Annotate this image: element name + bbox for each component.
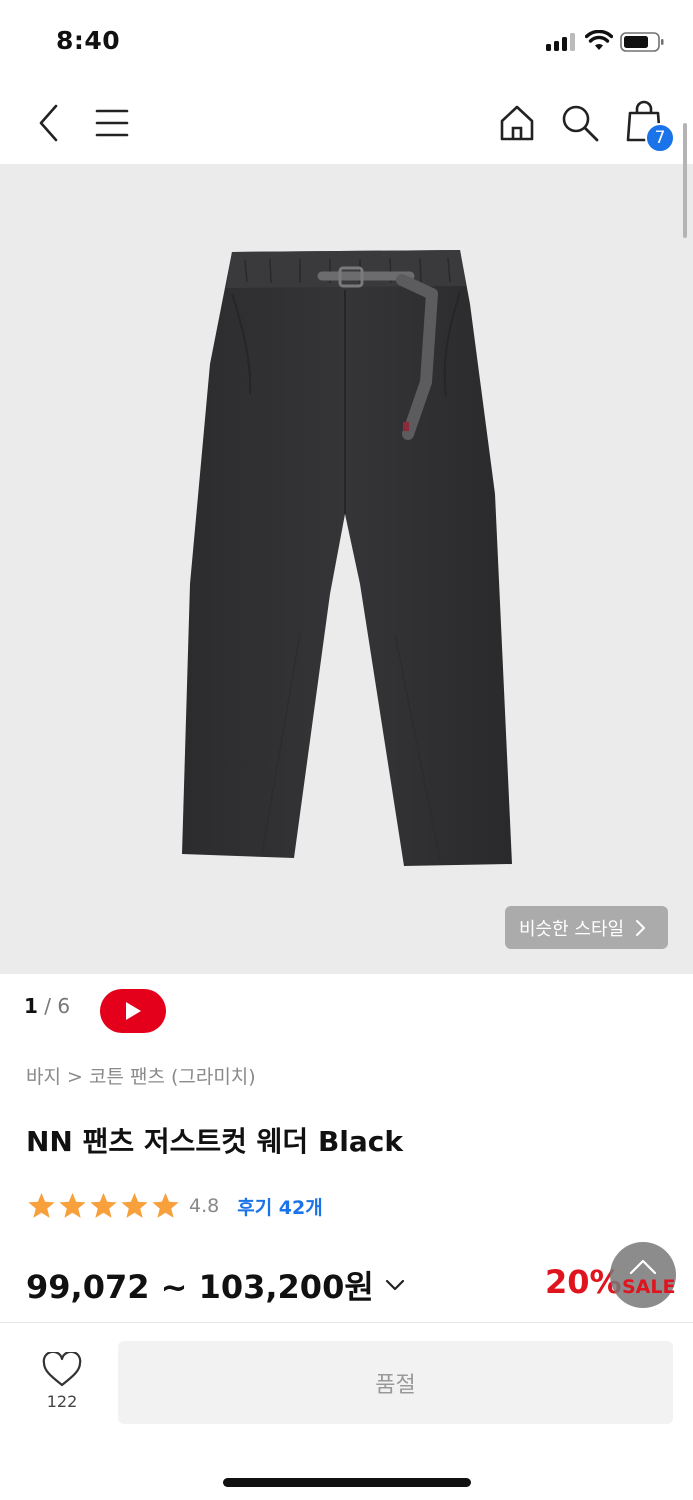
price-range: 99,072 ~ 103,200원 — [26, 1268, 374, 1306]
similar-style-button[interactable]: 비슷한 스타일 — [505, 906, 668, 949]
search-icon — [562, 105, 599, 142]
scroll-to-top-button[interactable] — [610, 1242, 676, 1308]
wifi-icon — [585, 30, 613, 50]
search-button[interactable] — [558, 101, 602, 145]
cart-count-badge: 7 — [645, 123, 675, 153]
chevron-down-icon — [385, 1279, 404, 1291]
rating-row: 4.8 후기 42개 — [26, 1191, 323, 1221]
sale-label: SALE — [622, 1276, 676, 1298]
chevron-left-icon — [39, 104, 58, 142]
status-bar: 8:40 — [0, 0, 693, 84]
chevron-right-icon — [636, 919, 646, 936]
pager-separator: / — [44, 994, 52, 1018]
similar-style-label: 비슷한 스타일 — [519, 918, 625, 940]
star-icon — [28, 1192, 55, 1218]
scroll-indicator — [683, 123, 687, 238]
image-pager: 1 / 6 — [24, 994, 70, 1018]
star-icon — [121, 1192, 148, 1218]
rating-value: 4.8 — [189, 1195, 220, 1217]
category-breadcrumb[interactable]: 바지 > 코튼 팬츠 (그라미치) — [26, 1062, 256, 1089]
star-icon — [59, 1192, 86, 1218]
video-play-button[interactable] — [100, 989, 166, 1033]
home-button[interactable] — [495, 101, 539, 145]
status-time: 8:40 — [56, 26, 121, 55]
pager-total: 6 — [57, 994, 71, 1018]
review-count-link[interactable]: 후기 42개 — [237, 1193, 323, 1220]
home-indicator — [223, 1478, 471, 1487]
product-image-pants — [182, 250, 512, 866]
youtube-play-icon — [126, 1002, 141, 1020]
back-button[interactable] — [26, 101, 70, 145]
chevron-up-icon — [629, 1259, 657, 1275]
home-icon — [500, 105, 534, 141]
product-title: NN 팬츠 저스트컷 웨더 Black — [26, 1125, 403, 1158]
heart-icon — [42, 1352, 82, 1387]
hamburger-menu-icon — [95, 109, 129, 137]
star-icon — [152, 1192, 179, 1218]
star-icon — [90, 1192, 117, 1218]
soldout-button[interactable]: 품절 — [118, 1341, 673, 1424]
menu-button[interactable] — [90, 101, 134, 145]
price-range-toggle[interactable]: 99,072 ~ 103,200원 — [26, 1262, 406, 1308]
pager-current: 1 — [24, 994, 38, 1018]
wishlist-count: 122 — [46, 1392, 78, 1411]
wishlist-button[interactable]: 122 — [36, 1352, 88, 1416]
battery-icon — [620, 32, 664, 52]
product-image-gallery[interactable] — [0, 164, 693, 974]
cellular-signal-icon — [546, 33, 578, 51]
